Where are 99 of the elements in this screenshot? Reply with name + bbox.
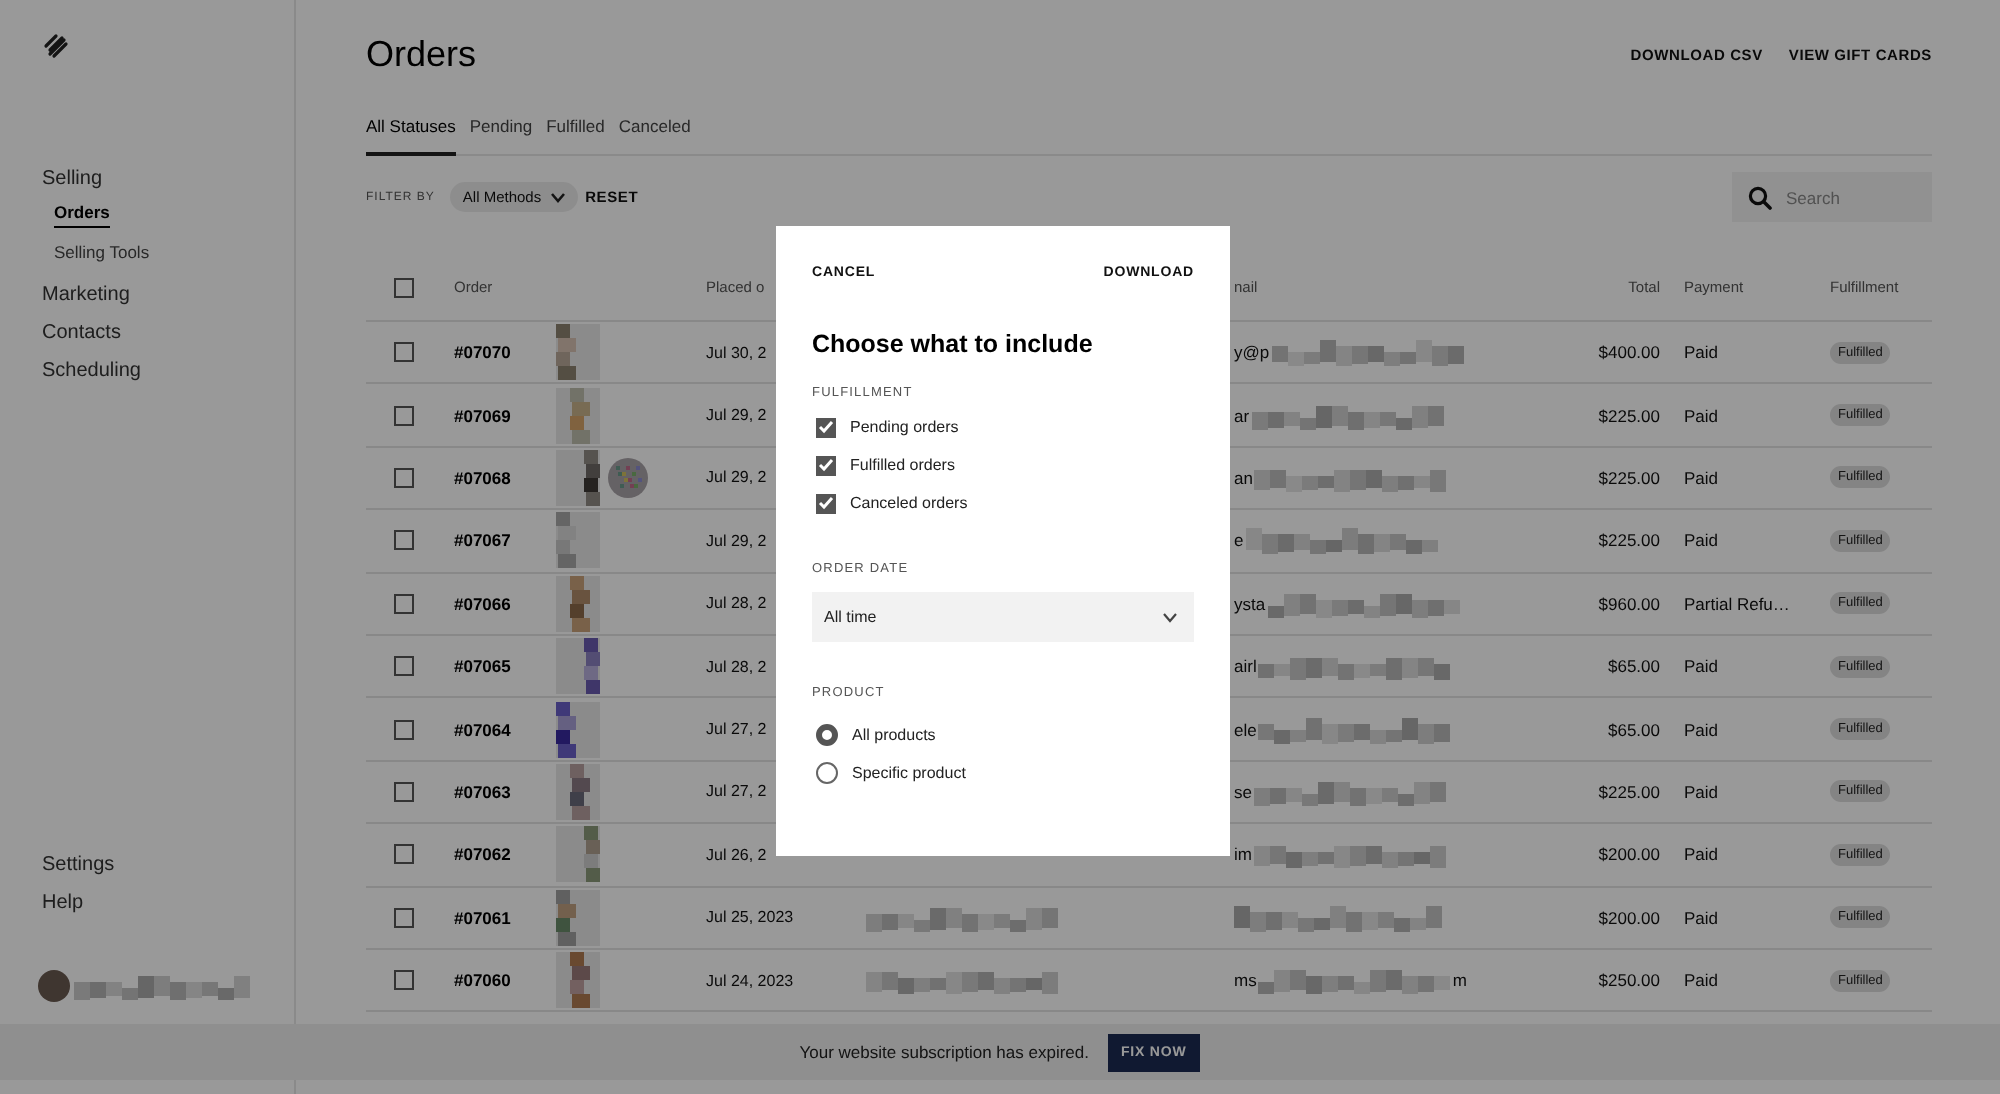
order-number[interactable]: #07060 — [454, 970, 511, 991]
date-text: Jul 27, 2 — [706, 782, 767, 801]
checkbox[interactable] — [816, 417, 836, 437]
total-amount: $65.00 — [1608, 656, 1660, 677]
nav-item[interactable]: Marketing — [42, 276, 130, 314]
checkbox[interactable] — [394, 593, 414, 614]
date-text: Jul 27, 2 — [706, 720, 767, 739]
payment-status: Paid — [1684, 405, 1719, 426]
checkbox[interactable] — [394, 907, 414, 928]
order-number[interactable]: #07063 — [454, 781, 511, 802]
payment-status: Paid — [1684, 342, 1719, 363]
checkbox[interactable] — [394, 844, 414, 865]
order-number[interactable]: #07065 — [454, 656, 511, 677]
logo-icon — [42, 32, 70, 60]
payment-status: Paid — [1684, 530, 1719, 551]
nav-item[interactable]: Scheduling — [42, 352, 141, 390]
email-text: ele — [1234, 719, 1257, 740]
option-label: Pending orders — [850, 418, 959, 436]
option-label: Fulfilled orders — [850, 456, 955, 474]
date-text: Jul 24, 2023 — [706, 971, 794, 990]
total-amount: $200.00 — [1598, 907, 1660, 928]
date-text: Jul 29, 2 — [706, 468, 767, 487]
date-select[interactable]: All time — [812, 592, 1194, 642]
order-number[interactable]: #07068 — [454, 467, 511, 488]
tab[interactable]: Pending — [469, 110, 533, 156]
email-text: im — [1234, 844, 1252, 865]
email-text: se — [1234, 781, 1252, 802]
payment-status: Paid — [1684, 656, 1719, 677]
total-amount: $225.00 — [1598, 530, 1660, 551]
total-amount: $225.00 — [1598, 781, 1660, 802]
payment-status: Paid — [1684, 907, 1719, 928]
date-text: Jul 26, 2 — [706, 845, 767, 864]
email-text: m — [1452, 970, 1467, 991]
order-number[interactable]: #07066 — [454, 593, 511, 614]
radio-button[interactable] — [816, 724, 838, 746]
order-number[interactable]: #07061 — [454, 907, 511, 928]
order-number[interactable]: #07064 — [454, 719, 511, 740]
email-text: an — [1234, 467, 1253, 488]
checkbox[interactable] — [394, 467, 414, 488]
date-text: Jul 29, 2 — [706, 406, 767, 425]
total-amount: $65.00 — [1608, 719, 1660, 740]
email-text: e — [1234, 530, 1244, 551]
checkbox[interactable] — [394, 656, 414, 677]
select-value: All time — [824, 608, 877, 626]
checkbox[interactable] — [394, 970, 414, 991]
total-amount: $225.00 — [1598, 405, 1660, 426]
option-label: Canceled orders — [850, 494, 968, 512]
total-amount: $960.00 — [1598, 593, 1660, 614]
total-amount: $225.00 — [1598, 467, 1660, 488]
date-text: Jul 28, 2 — [706, 594, 767, 613]
radio-button[interactable] — [816, 762, 838, 784]
nav-item[interactable]: Selling — [42, 160, 103, 198]
nav-item[interactable]: Settings — [42, 846, 115, 884]
total-amount: $200.00 — [1598, 844, 1660, 865]
email-text: ms — [1234, 970, 1257, 991]
payment-status: Paid — [1684, 467, 1719, 488]
search-field[interactable]: Search — [1732, 172, 1932, 222]
date-text: Jul 30, 2 — [706, 343, 767, 362]
order-number[interactable]: #07069 — [454, 405, 511, 426]
order-number[interactable]: #07062 — [454, 844, 511, 865]
notice-text: Your website subscription has expired. — [799, 1042, 1089, 1062]
nav-subitem[interactable]: Orders — [54, 198, 110, 228]
checkbox[interactable] — [816, 493, 836, 513]
checkbox[interactable] — [394, 277, 414, 297]
payment-status: Paid — [1684, 719, 1719, 740]
nav-subitem[interactable]: Selling Tools — [54, 238, 150, 266]
checkbox[interactable] — [394, 405, 414, 426]
tab[interactable]: All Statuses — [366, 110, 456, 156]
checkbox[interactable] — [394, 781, 414, 802]
page-title: Orders — [366, 33, 477, 75]
order-number[interactable]: #07070 — [454, 342, 511, 363]
payment-status: Paid — [1684, 781, 1719, 802]
checkbox[interactable] — [816, 455, 836, 475]
nav-item[interactable]: Help — [42, 884, 84, 922]
checkbox[interactable] — [394, 342, 414, 363]
checkbox[interactable] — [394, 719, 414, 740]
email-text: ar — [1234, 405, 1250, 426]
avatar-icon — [38, 970, 70, 1002]
caret-icon — [549, 191, 566, 203]
email-text: airl — [1234, 656, 1257, 677]
date-text: Jul 28, 2 — [706, 657, 767, 676]
option-label: Specific product — [852, 764, 966, 782]
order-number[interactable]: #07067 — [454, 530, 511, 551]
chevron-icon — [1162, 611, 1178, 623]
checkbox[interactable] — [394, 530, 414, 551]
dialog-title: Choose what to include — [812, 330, 1095, 358]
tab[interactable]: Canceled — [618, 110, 691, 156]
total-amount: $400.00 — [1598, 342, 1660, 363]
tab[interactable]: Fulfilled — [546, 110, 605, 156]
total-amount: $250.00 — [1598, 970, 1660, 991]
option-label: All products — [852, 726, 936, 744]
email-text: ysta — [1234, 593, 1266, 614]
payment-status: Partial Refu… — [1684, 593, 1790, 614]
date-text: Jul 25, 2023 — [706, 908, 794, 927]
payment-status: Paid — [1684, 844, 1719, 865]
nav-item[interactable]: Contacts — [42, 314, 121, 352]
email-text: y@p — [1234, 342, 1270, 363]
payment-status: Paid — [1684, 970, 1719, 991]
date-text: Jul 29, 2 — [706, 531, 767, 550]
